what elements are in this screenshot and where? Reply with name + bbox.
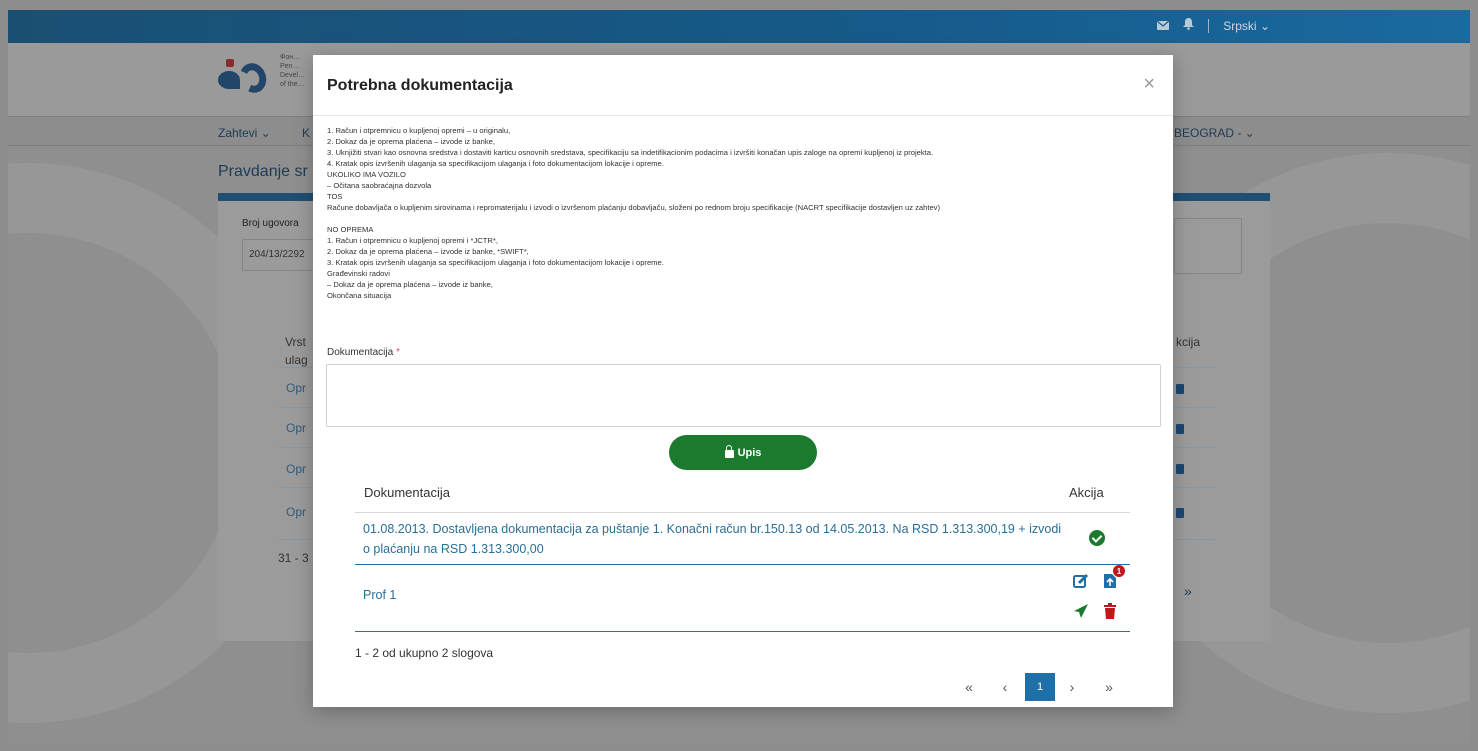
check-circle-icon bbox=[1089, 530, 1105, 546]
instruction-line: 1. Račun i otpremnicu o kupljenoj opremi… bbox=[327, 236, 498, 245]
instruction-line: 2. Dokaz da je oprema plaćena – izvode i… bbox=[327, 137, 496, 146]
chevron-down-icon: ⌄ bbox=[1259, 18, 1270, 33]
modal-title: Potrebna dokumentacija bbox=[327, 77, 513, 94]
instruction-line: 3. Kratak opis izvršenih ulaganja sa spe… bbox=[327, 258, 664, 267]
instruction-line: – Očitana saobraćajna dozvola bbox=[327, 181, 432, 190]
column-header-akcija: kcija bbox=[1176, 335, 1201, 349]
documentation-modal: Potrebna dokumentacija × 1. Račun i otpr… bbox=[313, 55, 1173, 707]
upis-label: Upis bbox=[737, 446, 762, 459]
org-name: Фон… Pen… Devel… of the… bbox=[280, 54, 305, 88]
instructions-text: 1. Račun i otpremnicu o kupljenoj opremi… bbox=[327, 125, 1167, 301]
notification-badge: 1 bbox=[1113, 565, 1125, 577]
org-logo bbox=[218, 57, 274, 101]
instruction-line: Građevinski radovi bbox=[327, 269, 390, 278]
header-divider bbox=[355, 512, 1130, 513]
required-marker: * bbox=[395, 347, 400, 358]
document-icon[interactable] bbox=[1176, 384, 1184, 394]
document-icon[interactable] bbox=[1176, 464, 1184, 474]
instruction-line: UKOLIKO IMA VOZILO bbox=[327, 170, 406, 179]
pagination-info: 31 - 3 bbox=[278, 551, 309, 565]
table-row[interactable]: Opr bbox=[286, 421, 306, 435]
top-bar: Srpski ⌄ bbox=[8, 10, 1470, 43]
table-row[interactable]: Opr bbox=[286, 505, 306, 519]
document-icon[interactable] bbox=[1176, 508, 1184, 518]
column-header-dokumentacija: Dokumentacija bbox=[364, 485, 450, 500]
table-row-link[interactable]: Prof 1 bbox=[363, 588, 396, 602]
document-icon[interactable] bbox=[1176, 424, 1184, 434]
modal-header: Potrebna dokumentacija × bbox=[313, 55, 1173, 116]
instruction-line: 3. Uknjižiti stvari kao osnovna sredstva… bbox=[327, 148, 934, 157]
pagination-last[interactable]: » bbox=[1184, 583, 1192, 599]
documentation-textarea[interactable] bbox=[326, 364, 1161, 427]
documentation-label: Dokumentacija * bbox=[327, 347, 400, 358]
column-header-vrsta: Vrst ulag bbox=[285, 335, 308, 367]
instruction-line: – Dokaz da je oprema plaćena – izvode iz… bbox=[327, 280, 493, 289]
upis-button[interactable]: Upis bbox=[669, 435, 817, 470]
row-divider bbox=[355, 631, 1130, 632]
instruction-line: TOS bbox=[327, 192, 343, 201]
pagination-next[interactable]: › bbox=[1058, 673, 1086, 701]
contract-label: Broj ugovora bbox=[242, 218, 299, 229]
divider bbox=[1208, 18, 1210, 33]
table-row[interactable]: Opr bbox=[286, 462, 306, 476]
instruction-line: 2. Dokaz da je oprema plaćena – izvode i… bbox=[327, 247, 529, 256]
filter-field[interactable] bbox=[1174, 218, 1242, 274]
language-selector[interactable]: Srpski ⌄ bbox=[1223, 19, 1270, 33]
instruction-gap bbox=[327, 213, 1167, 224]
trash-icon[interactable] bbox=[1102, 603, 1118, 619]
instruction-line: 4. Kratak opis izvršenih ulaganja sa spe… bbox=[327, 159, 664, 168]
send-icon[interactable] bbox=[1073, 603, 1089, 619]
lock-icon bbox=[724, 445, 734, 458]
close-icon[interactable]: × bbox=[1143, 73, 1155, 96]
instruction-line: NO OPREMA bbox=[327, 225, 374, 234]
bell-icon[interactable] bbox=[1183, 18, 1195, 33]
instruction-line: Račune dobavljača o kupljenim sirovinama… bbox=[327, 203, 940, 212]
pagination-current[interactable]: 1 bbox=[1025, 673, 1055, 701]
instruction-line: 1. Račun i otpremnicu o kupljenoj opremi… bbox=[327, 126, 511, 135]
edit-icon[interactable] bbox=[1073, 573, 1089, 589]
page-title: Pravdanje sr bbox=[218, 163, 308, 180]
column-header-akcija: Akcija bbox=[1069, 485, 1104, 500]
instruction-line: Okončana situacija bbox=[327, 291, 392, 300]
pagination-info: 1 - 2 od ukupno 2 slogova bbox=[355, 646, 494, 660]
pagination-first[interactable]: « bbox=[955, 673, 983, 701]
nav-location[interactable]: BEOGRAD - ⌄ bbox=[1174, 126, 1255, 140]
pagination-prev[interactable]: ‹ bbox=[991, 673, 1019, 701]
table-row-link[interactable]: 01.08.2013. Dostavljena dokumentacija za… bbox=[363, 519, 1063, 559]
nav-item[interactable]: K bbox=[302, 126, 310, 140]
nav-zahtevi[interactable]: Zahtevi ⌄ bbox=[218, 126, 271, 140]
language-label: Srpski bbox=[1223, 18, 1257, 33]
mail-icon[interactable] bbox=[1156, 19, 1170, 33]
pagination-last[interactable]: » bbox=[1095, 673, 1123, 701]
row-divider bbox=[355, 564, 1130, 565]
table-row[interactable]: Opr bbox=[286, 381, 306, 395]
